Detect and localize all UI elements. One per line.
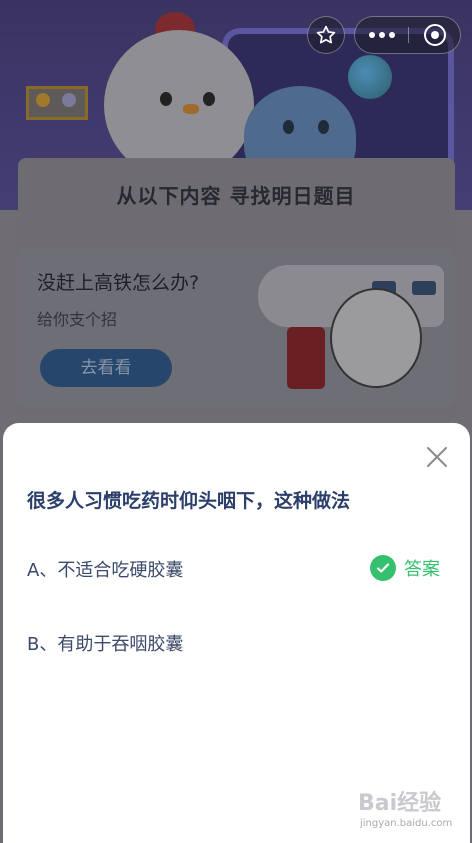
worried-chick-illustration [330,288,422,388]
panel-title: 从以下内容 寻找明日题目 [116,184,356,208]
blue-mascot-eye [318,120,329,134]
check-circle-icon [370,555,396,581]
close-icon [427,447,447,467]
chick-beak [183,104,199,114]
blue-mascot-eye [283,120,294,134]
star-outline-icon [316,25,336,44]
option-b[interactable]: B、有助于吞咽胶囊 [27,626,447,660]
card-subtitle: 给你支个招 [37,310,118,329]
watermark-logo: Bai经验 [358,791,442,816]
more-button[interactable] [355,17,408,53]
option-a[interactable]: A、不适合吃硬胶囊 答案 [27,552,447,586]
sheet-close-button[interactable] [420,442,454,472]
go-see-button[interactable]: 去看看 [40,349,172,387]
chick-eye [203,92,215,106]
answer-badge: 答案 [370,553,440,583]
card-headline: 没赶上高铁怎么办? [37,272,200,294]
medal-icon [62,93,76,107]
train-window [412,281,436,295]
watermark-url: jingyan.baidu.com [360,818,453,829]
chick-eye [160,92,172,106]
exit-miniprogram-button[interactable] [409,17,461,53]
question-text: 很多人习惯吃药时仰头咽下，这种做法 [27,490,351,512]
more-dots-icon [368,32,395,38]
baidu-jingyan-watermark: Bai经验 jingyan.baidu.com [358,785,462,835]
capsule-menu [354,16,461,54]
award-frame-illustration [26,86,88,120]
answer-label: 答案 [404,559,440,580]
globe-illustration [348,55,392,99]
medal-icon [36,93,50,107]
option-b-label: B、有助于吞咽胶囊 [27,634,184,655]
suitcase-illustration [287,327,325,389]
favorite-button[interactable] [307,16,345,54]
option-a-label: A、不适合吃硬胶囊 [27,560,184,581]
close-circle-icon [424,24,446,46]
